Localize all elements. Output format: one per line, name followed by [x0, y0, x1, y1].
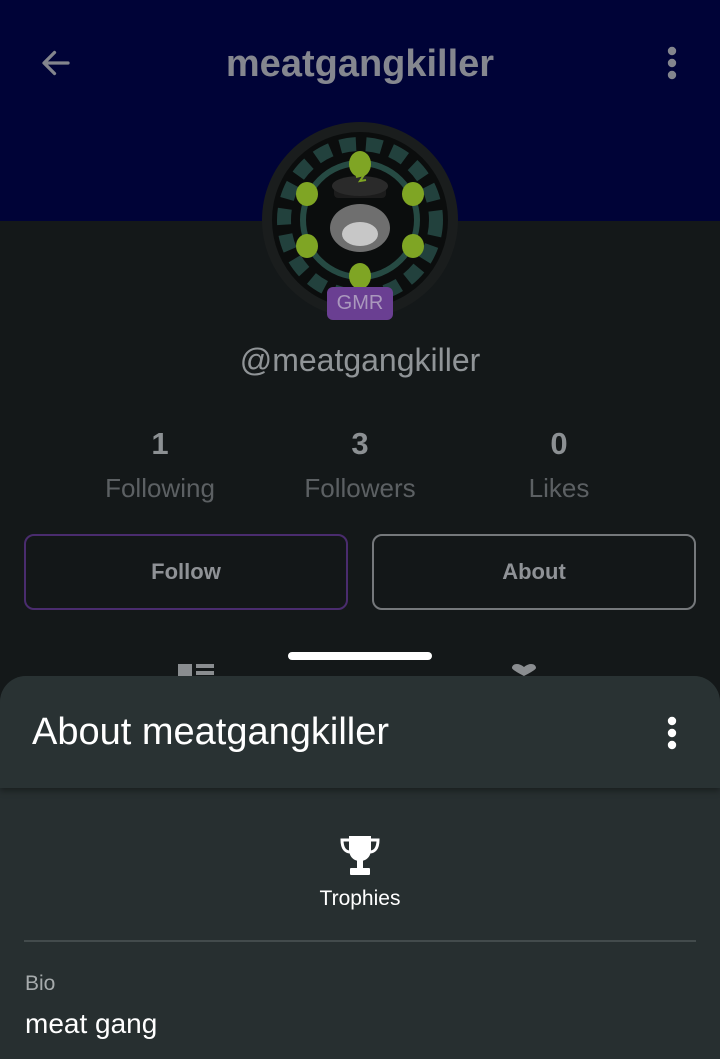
arrow-left-icon: [42, 50, 70, 76]
sheet-title: About meatgangkiller: [32, 711, 389, 753]
heart-icon[interactable]: [508, 662, 540, 676]
stat-label: Followers: [304, 473, 416, 503]
status-badge: GMR: [327, 287, 393, 320]
stat-value: 0: [550, 426, 568, 461]
profile-handle: @meatgangkiller: [239, 342, 481, 378]
sheet-more-options-button[interactable]: [654, 710, 690, 756]
bio-value: meat gang: [25, 1008, 158, 1039]
stat-value: 3: [351, 426, 369, 461]
about-sheet: About meatgangkiller Trophies Bio meat g…: [0, 676, 720, 1059]
stat-label: Following: [105, 473, 215, 503]
list-view-icon[interactable]: [178, 662, 214, 676]
stat-followers[interactable]: 3 Followers: [260, 425, 460, 505]
back-button[interactable]: [30, 40, 82, 86]
stat-following[interactable]: 1 Following: [60, 425, 260, 505]
sheet-drag-handle[interactable]: [288, 652, 432, 660]
stat-label: Likes: [528, 473, 590, 503]
more-options-button[interactable]: [654, 40, 690, 86]
more-vertical-icon: [667, 716, 677, 750]
page-title: meatgangkiller: [225, 43, 495, 85]
divider: [24, 940, 696, 942]
bio-label: Bio: [25, 972, 56, 995]
sheet-header: About meatgangkiller: [0, 676, 720, 788]
trophy-icon: [340, 836, 380, 875]
stat-likes[interactable]: 0 Likes: [459, 425, 659, 505]
follow-button[interactable]: Follow: [24, 534, 348, 610]
trophies-button[interactable]: Trophies: [260, 834, 460, 913]
trophies-label: Trophies: [319, 887, 401, 910]
more-vertical-icon: [667, 46, 677, 80]
stat-value: 1: [151, 426, 169, 461]
about-button[interactable]: About: [372, 534, 696, 610]
